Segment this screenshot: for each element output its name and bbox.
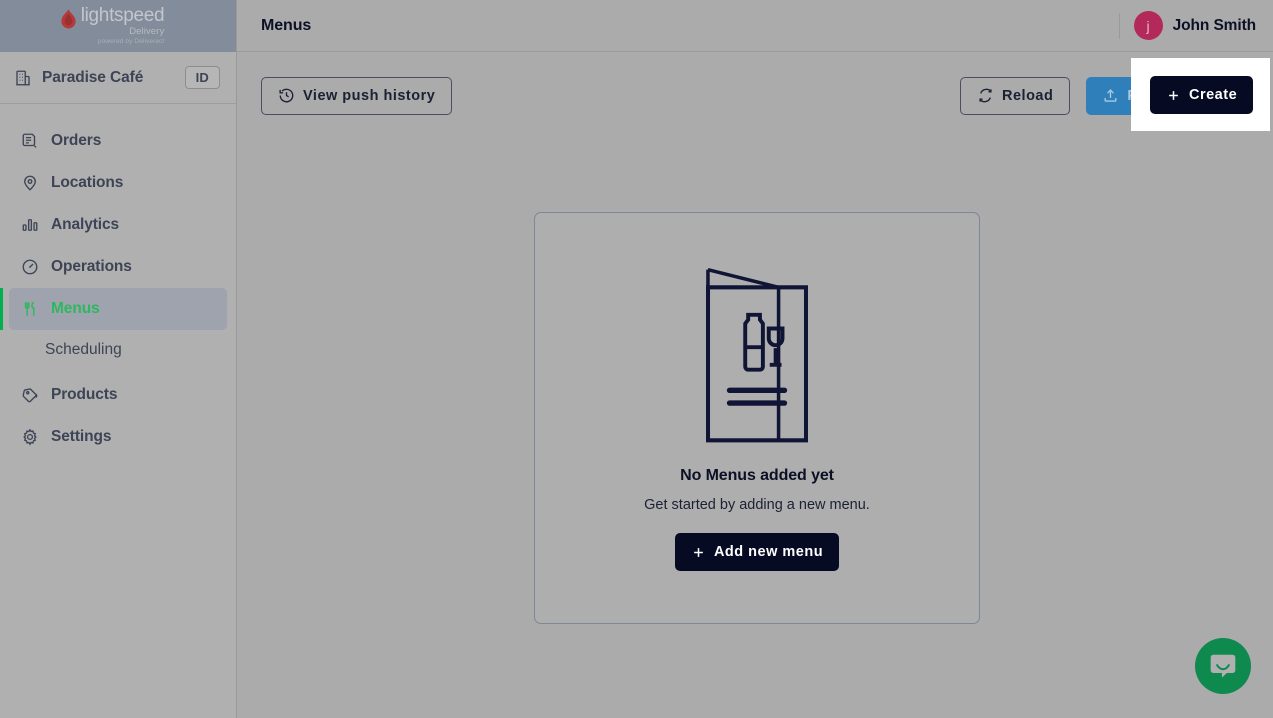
plus-icon	[1169, 90, 1178, 100]
sidebar: lightspeed Delivery powered by Deliverec…	[0, 0, 237, 718]
orders-icon	[22, 133, 37, 148]
add-new-menu-label: Add new menu	[713, 544, 824, 560]
store-selector[interactable]: Paradise Café ID	[0, 52, 236, 104]
history-clock-icon	[279, 88, 294, 103]
sidebar-item-label: Menus	[51, 300, 100, 317]
view-push-history-label: View push history	[303, 87, 436, 104]
user-menu[interactable]: j John Smith	[1133, 11, 1256, 40]
empty-state-subtitle: Get started by adding a new menu.	[644, 497, 870, 513]
reload-label: Reload	[1002, 87, 1054, 104]
sidebar-item-locations[interactable]: Locations	[9, 162, 227, 204]
create-button-spotlight-highlight: Create	[1131, 58, 1270, 131]
gauge-icon	[22, 259, 38, 275]
gear-icon	[23, 428, 37, 446]
bar-chart-icon	[22, 219, 38, 231]
empty-state-card: No Menus added yet Get started by adding…	[534, 212, 980, 624]
sidebar-item-analytics[interactable]: Analytics	[9, 204, 227, 246]
sidebar-item-label: Settings	[51, 428, 112, 445]
view-push-history-button[interactable]: View push history	[261, 76, 453, 115]
sidebar-nav: Orders Locations Analytics Operations Me…	[0, 104, 236, 458]
store-id-badge[interactable]: ID	[184, 66, 220, 89]
sidebar-item-products[interactable]: Products	[9, 374, 227, 416]
sidebar-item-menus[interactable]: Menus	[0, 288, 227, 330]
brand-logo[interactable]: lightspeed Delivery powered by Deliverec…	[0, 0, 236, 52]
logo-subtitle: Delivery	[129, 26, 165, 37]
sidebar-item-settings[interactable]: Settings	[9, 416, 227, 458]
page-title: Menus	[261, 16, 312, 34]
tag-icon	[22, 388, 38, 403]
top-header: Menus j John Smith	[237, 0, 1273, 52]
avatar: j	[1133, 11, 1163, 40]
sidebar-subitem-label: Scheduling	[45, 341, 122, 358]
sidebar-item-label: Orders	[51, 132, 102, 149]
refresh-icon	[979, 88, 992, 103]
logo-wordmark: lightspeed	[80, 5, 165, 26]
reload-button[interactable]: Reload	[960, 76, 1071, 115]
plus-icon	[694, 547, 703, 557]
upload-icon	[1104, 89, 1117, 102]
add-new-menu-button[interactable]: Add new menu	[674, 533, 840, 571]
building-icon	[16, 70, 30, 85]
header-right-group: j John Smith	[1118, 11, 1256, 40]
sidebar-item-label: Products	[51, 386, 118, 403]
store-name: Paradise Café	[42, 68, 144, 86]
create-label: Create	[1189, 87, 1238, 103]
location-pin-icon	[24, 175, 36, 191]
cutlery-icon	[24, 301, 35, 316]
sidebar-item-label: Analytics	[51, 216, 120, 233]
lightspeed-flame-icon	[61, 9, 76, 29]
intercom-launcher-button[interactable]	[1195, 638, 1251, 694]
sidebar-item-label: Operations	[51, 258, 132, 275]
app-root: lightspeed Delivery powered by Deliverec…	[0, 0, 1273, 718]
sidebar-item-orders[interactable]: Orders	[9, 120, 227, 162]
logo-powered-by: powered by Deliverect	[97, 38, 165, 45]
user-name: John Smith	[1172, 16, 1256, 34]
sidebar-item-operations[interactable]: Operations	[9, 246, 227, 288]
create-button[interactable]: Create	[1150, 76, 1254, 114]
menu-card-bottle-glass-icon	[706, 267, 808, 443]
sidebar-item-label: Locations	[51, 174, 124, 191]
sidebar-item-scheduling[interactable]: Scheduling	[9, 330, 227, 370]
empty-state-title: No Menus added yet	[680, 467, 834, 484]
header-divider	[1118, 12, 1120, 39]
action-toolbar: View push history Reload Publish menus	[237, 53, 1273, 138]
intercom-chat-icon	[1210, 654, 1236, 678]
